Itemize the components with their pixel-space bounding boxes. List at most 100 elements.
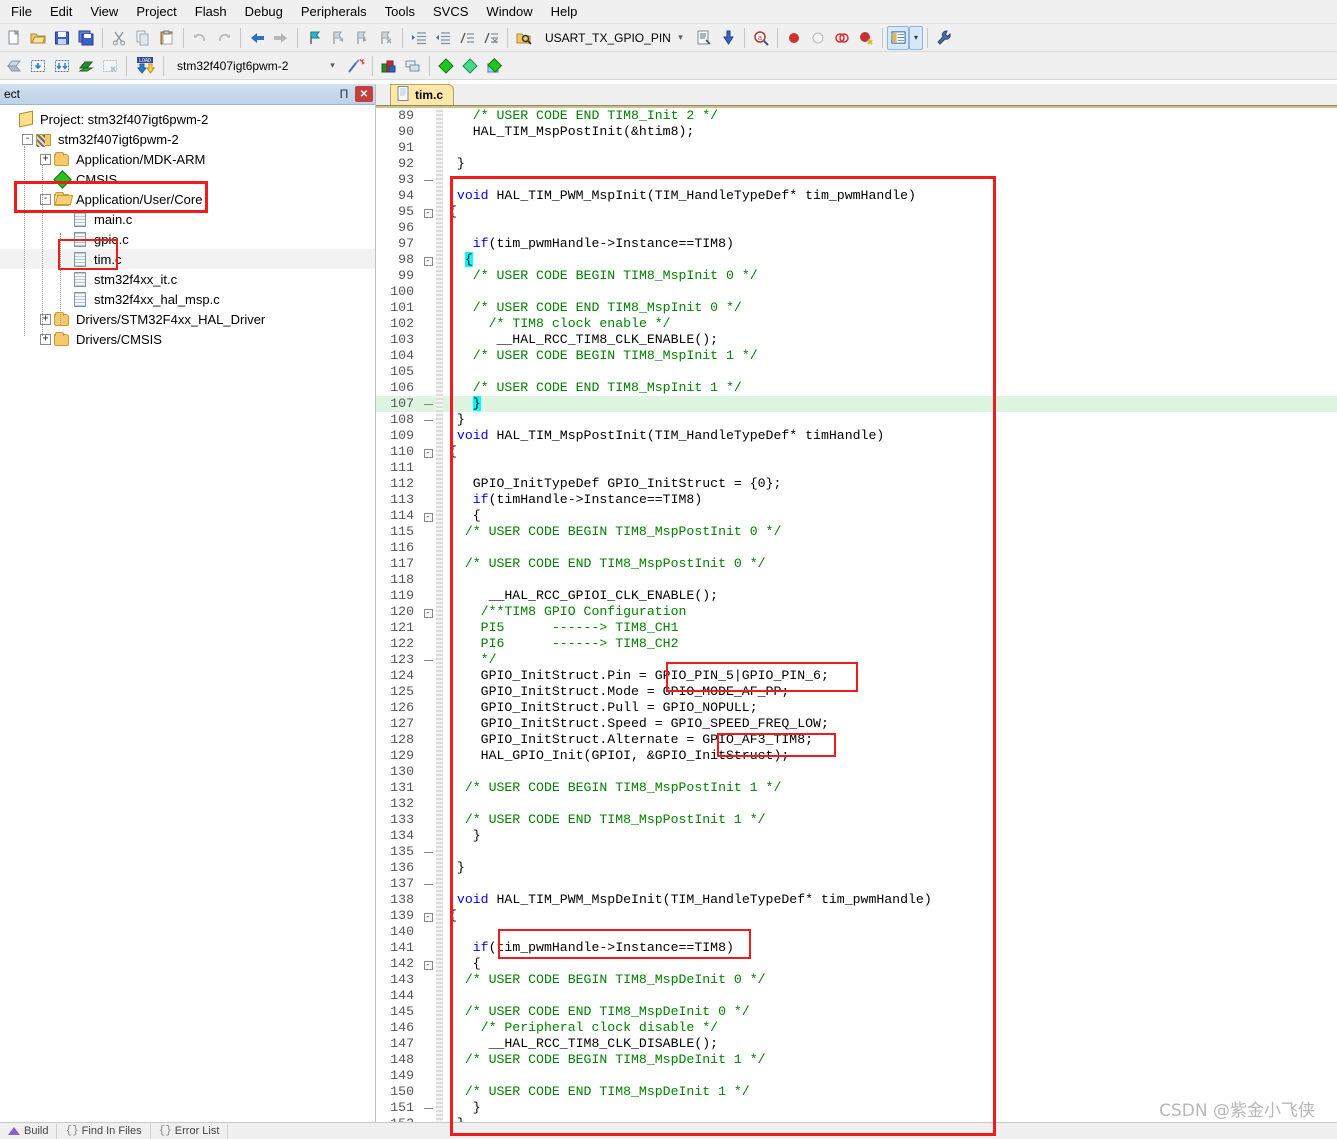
code-line[interactable]: 121 PI5 ------> TIM8_CH1 bbox=[376, 620, 1337, 636]
find-in-files-icon[interactable] bbox=[512, 26, 536, 50]
menu-item-window[interactable]: Window bbox=[477, 1, 541, 22]
redo-icon[interactable] bbox=[212, 26, 236, 50]
build-icon[interactable] bbox=[26, 54, 50, 78]
code-line[interactable]: 115 /* USER CODE BEGIN TIM8_MspPostInit … bbox=[376, 524, 1337, 540]
menu-item-tools[interactable]: Tools bbox=[376, 1, 424, 22]
uncomment-lines-icon[interactable] bbox=[479, 26, 503, 50]
new-file-icon[interactable] bbox=[2, 26, 26, 50]
rebuild-icon[interactable] bbox=[50, 54, 74, 78]
stop-build-icon[interactable] bbox=[98, 54, 122, 78]
code-line[interactable]: 143 /* USER CODE BEGIN TIM8_MspDeInit 0 … bbox=[376, 972, 1337, 988]
fold-toggle-icon[interactable]: - bbox=[420, 508, 436, 524]
code-line[interactable]: 130 bbox=[376, 764, 1337, 780]
configure-target-icon[interactable] bbox=[716, 26, 740, 50]
fold-toggle-icon[interactable] bbox=[420, 412, 436, 428]
code-line[interactable]: 92 } bbox=[376, 156, 1337, 172]
batch-build-icon[interactable] bbox=[74, 54, 98, 78]
code-line[interactable]: 118 bbox=[376, 572, 1337, 588]
code-line[interactable]: 100 bbox=[376, 284, 1337, 300]
code-line[interactable]: 142- { bbox=[376, 956, 1337, 972]
code-line[interactable]: 98- { bbox=[376, 252, 1337, 268]
code-line[interactable]: 127 GPIO_InitStruct.Speed = GPIO_SPEED_F… bbox=[376, 716, 1337, 732]
software-packs-icon[interactable] bbox=[482, 54, 506, 78]
code-line[interactable]: 99 /* USER CODE BEGIN TIM8_MspInit 0 */ bbox=[376, 268, 1337, 284]
code-line[interactable]: 107 } bbox=[376, 396, 1337, 412]
code-line[interactable]: 120- /**TIM8 GPIO Configuration bbox=[376, 604, 1337, 620]
bookmark-clear-icon[interactable] bbox=[374, 26, 398, 50]
fold-toggle-icon[interactable]: - bbox=[420, 956, 436, 972]
tree-item-cmsis[interactable]: CMSIS bbox=[0, 169, 375, 189]
manage-project-items-icon[interactable] bbox=[377, 54, 401, 78]
code-line[interactable]: 104 /* USER CODE BEGIN TIM8_MspInit 1 */ bbox=[376, 348, 1337, 364]
kill-all-breakpoints-icon[interactable] bbox=[854, 26, 878, 50]
tree-item-project-stm32f407igt6pwm-2[interactable]: Project: stm32f407igt6pwm-2 bbox=[0, 109, 375, 129]
fold-toggle-icon[interactable] bbox=[420, 652, 436, 668]
code-line[interactable]: 140 bbox=[376, 924, 1337, 940]
pin-icon[interactable]: Π bbox=[335, 86, 353, 103]
code-line[interactable]: 91 bbox=[376, 140, 1337, 156]
menu-item-file[interactable]: File bbox=[2, 1, 41, 22]
menu-item-project[interactable]: Project bbox=[127, 1, 185, 22]
code-line[interactable]: 111 bbox=[376, 460, 1337, 476]
code-line[interactable]: 103 __HAL_RCC_TIM8_CLK_ENABLE(); bbox=[376, 332, 1337, 348]
code-view[interactable]: 89 /* USER CODE END TIM8_Init 2 */90 HAL… bbox=[376, 106, 1337, 1139]
code-line[interactable]: 95-{ bbox=[376, 204, 1337, 220]
code-line[interactable]: 108 } bbox=[376, 412, 1337, 428]
search-input[interactable]: USART_TX_GPIO_PIN bbox=[545, 31, 672, 45]
fold-toggle-icon[interactable] bbox=[420, 396, 436, 412]
code-line[interactable]: 110-{ bbox=[376, 444, 1337, 460]
menu-item-help[interactable]: Help bbox=[542, 1, 587, 22]
code-line[interactable]: 136 } bbox=[376, 860, 1337, 876]
menu-item-edit[interactable]: Edit bbox=[41, 1, 81, 22]
code-line[interactable]: 129 HAL_GPIO_Init(GPIOI, &GPIO_InitStruc… bbox=[376, 748, 1337, 764]
code-line[interactable]: 89 /* USER CODE END TIM8_Init 2 */ bbox=[376, 108, 1337, 124]
code-line[interactable]: 112 GPIO_InitTypeDef GPIO_InitStruct = {… bbox=[376, 476, 1337, 492]
insert-breakpoint-icon[interactable] bbox=[782, 26, 806, 50]
download-icon[interactable]: LOAD bbox=[131, 54, 159, 78]
menu-item-peripherals[interactable]: Peripherals bbox=[292, 1, 376, 22]
fold-toggle-icon[interactable]: - bbox=[420, 252, 436, 268]
bookmark-toggle-icon[interactable] bbox=[302, 26, 326, 50]
collapse-icon[interactable]: - bbox=[22, 133, 33, 145]
search-combo[interactable]: USART_TX_GPIO_PIN ▾ bbox=[539, 27, 689, 48]
code-line[interactable]: 122 PI6 ------> TIM8_CH2 bbox=[376, 636, 1337, 652]
code-line[interactable]: 124 GPIO_InitStruct.Pin = GPIO_PIN_5|GPI… bbox=[376, 668, 1337, 684]
fold-toggle-icon[interactable] bbox=[420, 844, 436, 860]
code-line[interactable]: 133 /* USER CODE END TIM8_MspPostInit 1 … bbox=[376, 812, 1337, 828]
navigate-back-icon[interactable] bbox=[245, 26, 269, 50]
code-line[interactable]: 132 bbox=[376, 796, 1337, 812]
fold-toggle-icon[interactable] bbox=[420, 172, 436, 188]
code-line[interactable]: 106 /* USER CODE END TIM8_MspInit 1 */ bbox=[376, 380, 1337, 396]
code-line[interactable]: 128 GPIO_InitStruct.Alternate = GPIO_AF3… bbox=[376, 732, 1337, 748]
find-text-icon[interactable]: a bbox=[749, 26, 773, 50]
code-line[interactable]: 93 bbox=[376, 172, 1337, 188]
tab-tim-c[interactable]: tim.c bbox=[390, 84, 455, 105]
tree-item-stm32f4xx-it-c[interactable]: stm32f4xx_it.c bbox=[0, 269, 375, 289]
navigate-forward-icon[interactable] bbox=[269, 26, 293, 50]
code-line[interactable]: 145 /* USER CODE END TIM8_MspDeInit 0 */ bbox=[376, 1004, 1337, 1020]
tree-item-application-user-core[interactable]: - Application/User/Core bbox=[0, 189, 375, 209]
indent-right-icon[interactable] bbox=[407, 26, 431, 50]
chevron-down-icon[interactable]: ▾ bbox=[324, 56, 341, 75]
code-line[interactable]: 146 /* Peripheral clock disable */ bbox=[376, 1020, 1337, 1036]
code-line[interactable]: 125 GPIO_InitStruct.Mode = GPIO_MODE_AF_… bbox=[376, 684, 1337, 700]
code-line[interactable]: 137 bbox=[376, 876, 1337, 892]
menu-item-debug[interactable]: Debug bbox=[236, 1, 292, 22]
fold-toggle-icon[interactable]: - bbox=[420, 604, 436, 620]
tree-item-tim-c[interactable]: tim.c bbox=[0, 249, 375, 269]
code-line[interactable]: 94 void HAL_TIM_PWM_MspInit(TIM_HandleTy… bbox=[376, 188, 1337, 204]
insert-file-template-icon[interactable] bbox=[692, 26, 716, 50]
pack-installer-icon[interactable] bbox=[434, 54, 458, 78]
fold-toggle-icon[interactable]: - bbox=[420, 444, 436, 460]
configuration-wizard-icon[interactable] bbox=[932, 26, 956, 50]
code-line[interactable]: 97 if(tim_pwmHandle->Instance==TIM8) bbox=[376, 236, 1337, 252]
tree-item-main-c[interactable]: main.c bbox=[0, 209, 375, 229]
comment-lines-icon[interactable] bbox=[455, 26, 479, 50]
code-line[interactable]: 119 __HAL_RCC_GPIOI_CLK_ENABLE(); bbox=[376, 588, 1337, 604]
fold-toggle-icon[interactable]: - bbox=[420, 908, 436, 924]
code-line[interactable]: 131 /* USER CODE BEGIN TIM8_MspPostInit … bbox=[376, 780, 1337, 796]
code-line[interactable]: 116 bbox=[376, 540, 1337, 556]
cut-icon[interactable] bbox=[107, 26, 131, 50]
code-line[interactable]: 134 } bbox=[376, 828, 1337, 844]
code-line[interactable]: 113 if(timHandle->Instance==TIM8) bbox=[376, 492, 1337, 508]
